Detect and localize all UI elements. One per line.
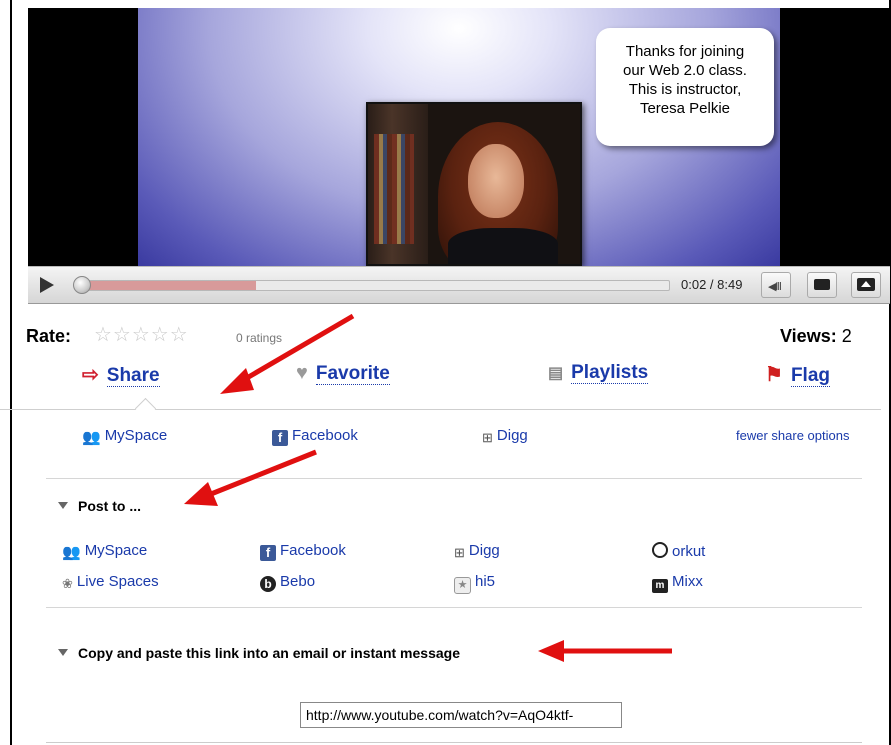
expand-triangle-icon [58,649,68,656]
facebook-icon: f [260,545,276,561]
bubble-line: Thanks for joining [625,43,745,60]
volume-button[interactable]: ◀ǁǀ [761,272,791,298]
views-number: 2 [841,326,852,346]
post-facebook-link[interactable]: f Facebook [260,542,346,561]
progress-bar[interactable] [73,276,670,294]
flag-label: Flag [790,365,830,387]
post-hi5-label: hi5 [475,573,496,590]
post-orkut-link[interactable]: orkut [652,542,705,560]
copy-link-title: Copy and paste this link into an email o… [78,645,460,661]
orkut-icon [652,542,668,558]
section-divider [46,607,862,608]
bubble-line: Teresa Pelkie [639,100,731,117]
playlists-button[interactable]: ▤ Playlists [548,362,649,384]
post-bebo-link[interactable]: b Bebo [260,573,315,592]
bubble-line: This is instructor, [628,81,742,98]
books [374,134,414,244]
annotation-arrow-icon [538,640,672,662]
fewer-share-options-link[interactable]: fewer share options [736,428,849,443]
myspace-icon: 👥 [82,429,101,446]
scrubber-handle[interactable] [73,276,91,294]
post-digg-label: Digg [468,542,500,559]
digg-icon: ⊞ [482,430,493,445]
bubble-line: our Web 2.0 class. [623,62,747,79]
normal-size-button[interactable] [807,272,837,298]
annotation-arrow-icon [220,313,355,394]
post-facebook-label: Facebook [280,542,346,559]
myspace-icon: 👥 [62,544,81,561]
section-divider [46,742,862,743]
share-icon: ⇨ [82,364,99,386]
post-myspace-link[interactable]: 👥 MySpace [62,542,147,561]
post-live-spaces-label: Live Spaces [76,573,159,590]
post-hi5-link[interactable]: ★ hi5 [454,573,495,594]
bookshelf [368,104,428,264]
post-to-title: Post to ... [78,498,141,514]
flag-button[interactable]: ⚑ Flag [765,362,830,387]
buffered-fill [79,281,256,290]
facebook-icon: f [272,430,288,446]
expand-icon [857,278,875,291]
live-spaces-icon: ❀ [62,576,73,591]
video-url-field[interactable] [300,702,622,728]
post-live-spaces-link[interactable]: ❀ Live Spaces [62,573,159,592]
post-to-toggle[interactable]: Post to ... [58,498,141,514]
digg-icon: ⊞ [454,545,465,560]
share-facebook-label: Facebook [292,427,358,444]
instructor-shirt [448,228,558,264]
share-digg-label: Digg [496,427,528,444]
post-bebo-label: Bebo [280,573,316,590]
hi5-icon: ★ [454,577,471,594]
video-player[interactable]: Thanks for joining our Web 2.0 class. Th… [28,8,890,266]
share-digg-link[interactable]: ⊞ Digg [482,427,528,446]
time-display: 0:02 / 8:49 [681,277,743,292]
views-count: Views: 2 [780,326,852,347]
playlist-icon: ▤ [548,365,564,382]
share-label: Share [106,365,160,387]
share-facebook-link[interactable]: f Facebook [272,427,358,446]
share-myspace-label: MySpace [104,427,168,444]
mixx-icon: m [652,579,668,593]
instructor-face [468,144,524,218]
player-controls: 0:02 / 8:49 ◀ǁǀ [28,266,890,304]
rating-stars[interactable]: ☆☆☆☆☆ [94,322,189,347]
share-button[interactable]: ⇨ Share [82,362,160,387]
post-digg-link[interactable]: ⊞ Digg [454,542,500,561]
annotation-arrow-icon [184,449,317,506]
expand-triangle-icon [58,502,68,509]
play-icon[interactable] [40,277,54,293]
copy-link-toggle[interactable]: Copy and paste this link into an email o… [58,645,460,661]
post-mixx-link[interactable]: m Mixx [652,573,703,593]
bebo-icon: b [260,576,276,592]
speech-bubble: Thanks for joining our Web 2.0 class. Th… [596,28,774,146]
post-mixx-label: Mixx [672,573,703,590]
views-label: Views: [780,326,837,346]
volume-icon: ◀ǁǀ [768,281,782,293]
share-myspace-link[interactable]: 👥 MySpace [82,427,167,446]
tab-divider [0,409,881,410]
playlists-label: Playlists [571,362,649,384]
post-orkut-label: orkut [672,543,706,560]
screen-size-icon [814,279,830,290]
section-divider [46,478,862,479]
instructor-webcam [366,102,582,266]
post-myspace-label: MySpace [84,542,148,559]
rate-label: Rate: [26,326,72,346]
expand-button[interactable] [851,272,881,298]
flag-icon: ⚑ [765,364,783,386]
